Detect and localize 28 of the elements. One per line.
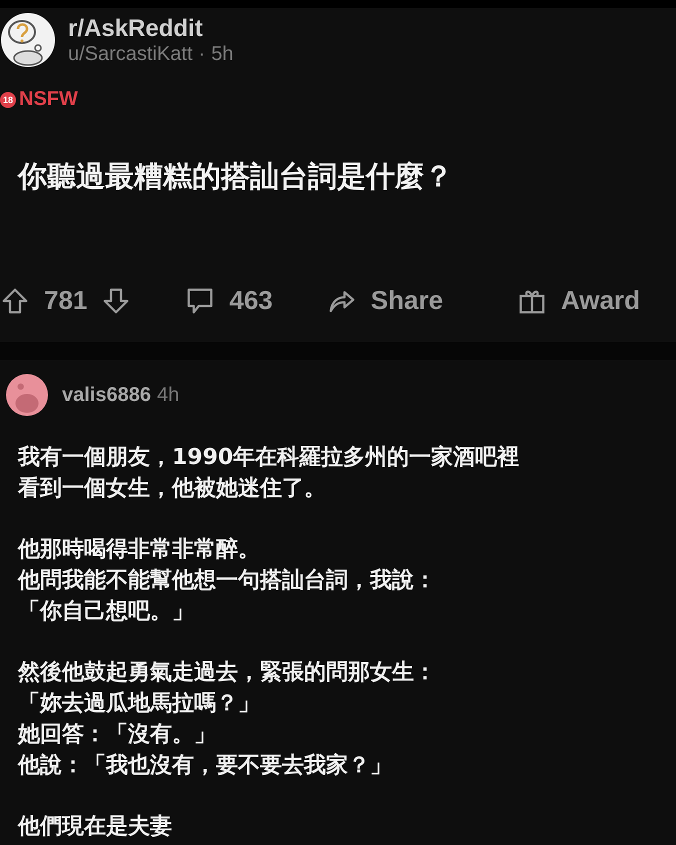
comment-text: 他說：「我也沒有，要不要去我家？」 xyxy=(18,752,393,780)
user-avatar-icon[interactable] xyxy=(6,374,48,416)
comment-text: 他那時喝得非常非常醉。 xyxy=(18,536,261,564)
age-badge: 18 xyxy=(0,92,16,108)
post-title: 你聽過最糟糕的搭訕台詞是什麼？ xyxy=(18,158,454,195)
comment-text: 他問我能不能幫他想一句搭訕台詞，我說： xyxy=(18,567,437,595)
separator-dot: · xyxy=(198,42,206,66)
comment-count: 463 xyxy=(229,285,273,316)
comment-text: 「妳去過瓜地馬拉嗎？」 xyxy=(18,690,261,718)
comment-icon[interactable] xyxy=(185,286,216,316)
comment-time: 4h xyxy=(156,384,180,406)
subreddit-avatar-icon[interactable] xyxy=(0,12,56,68)
comment-text: 然後他鼓起勇氣走過去，緊張的問那女生： xyxy=(18,659,437,687)
comment-text: 我有一個朋友，1990年在科羅拉多州的一家酒吧裡 xyxy=(18,444,520,472)
comment-text: 看到一個女生，他被她迷住了。 xyxy=(18,475,327,503)
downvote-icon[interactable] xyxy=(101,286,132,316)
share-button[interactable]: Share xyxy=(326,285,444,316)
nsfw-tag: NSFW xyxy=(19,88,78,111)
post-time: 5h xyxy=(211,42,234,66)
comment-text: 他們現在是夫妻 xyxy=(18,813,173,841)
comment-author[interactable]: valis6886 xyxy=(62,384,151,406)
upvote-icon[interactable] xyxy=(0,286,30,316)
award-button[interactable]: Award xyxy=(517,285,640,316)
comment-text: 「你自己想吧。」 xyxy=(18,598,195,626)
vote-count: 781 xyxy=(44,285,88,316)
subreddit-name[interactable]: r/AskReddit xyxy=(68,14,234,42)
comment-text: 她回答：「沒有。」 xyxy=(18,721,217,749)
post-author[interactable]: u/SarcastiKatt xyxy=(68,42,193,66)
